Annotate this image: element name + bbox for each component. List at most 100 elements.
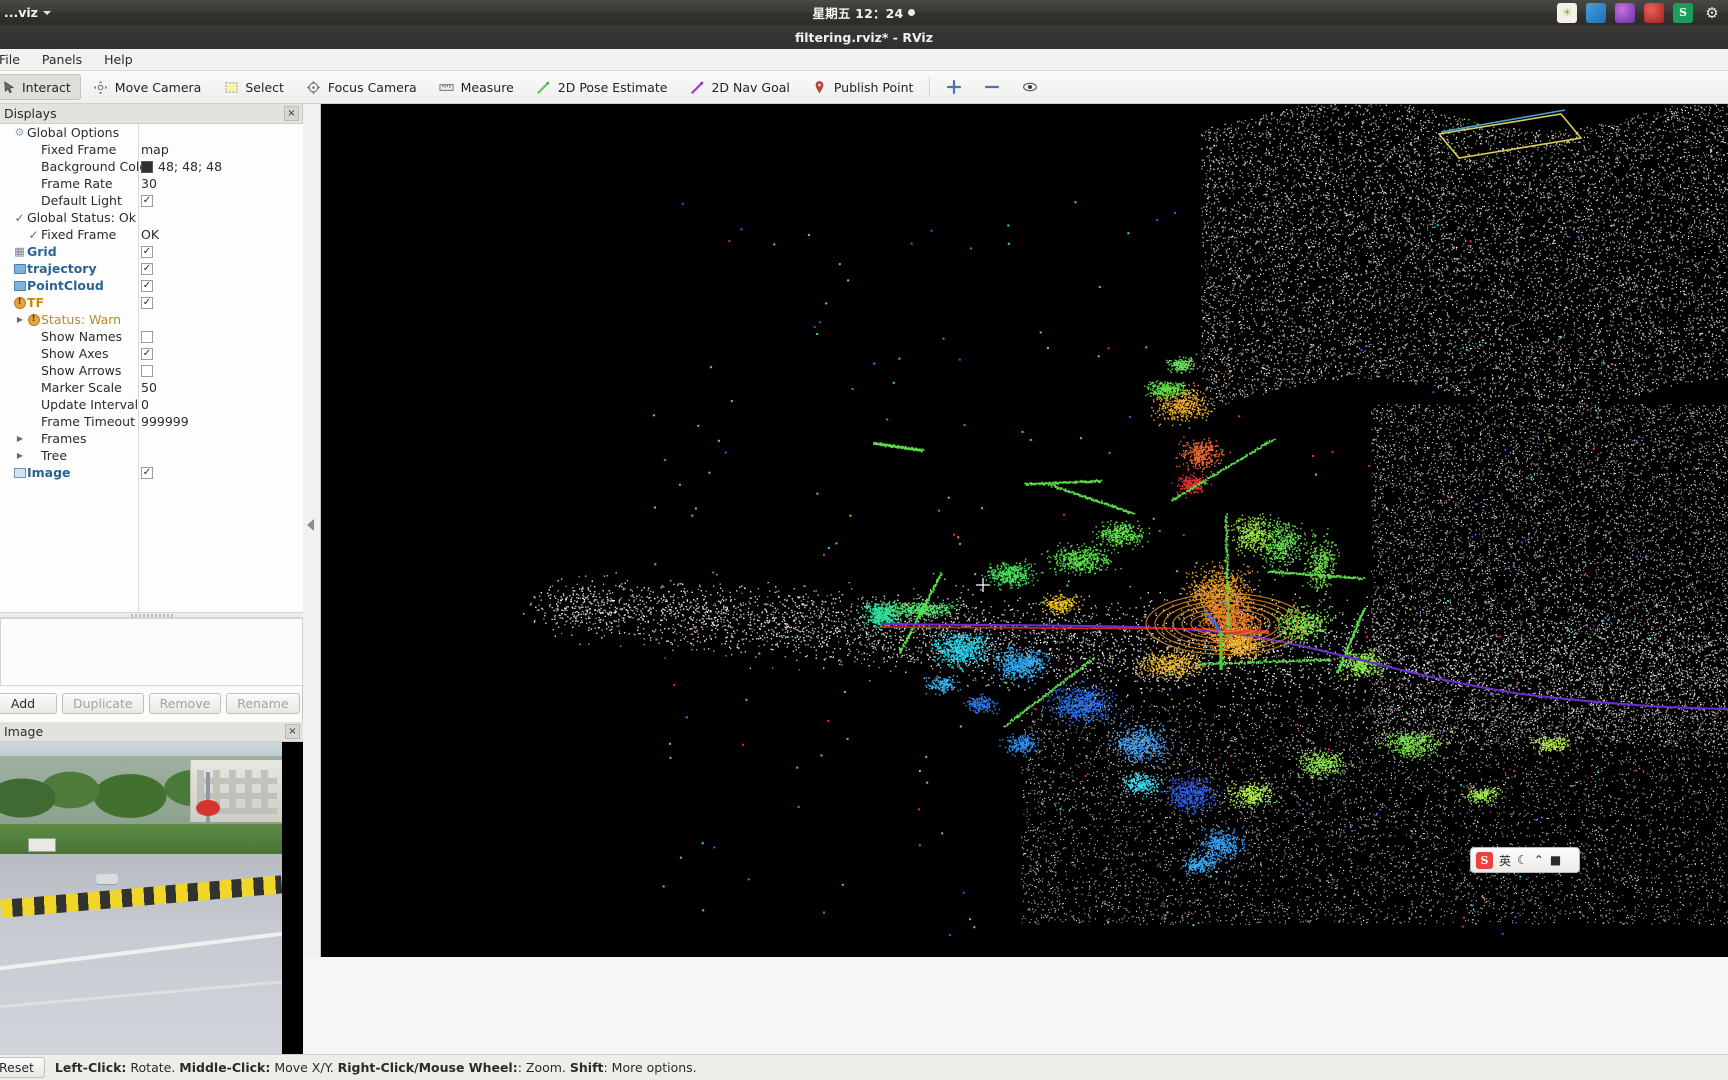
render-view-3d[interactable] (321, 104, 1728, 957)
remove-tool-icon (984, 79, 1000, 95)
tree-row-checkbox[interactable]: ✓ (141, 280, 153, 292)
tree-row-checkbox[interactable]: ✓ (141, 195, 153, 207)
ime-mode-label[interactable]: 英 (1499, 852, 1511, 869)
menu-help[interactable]: Help (93, 50, 144, 69)
tree-row-checkbox[interactable]: ✓ (141, 246, 153, 258)
reset-button[interactable]: Reset (0, 1057, 45, 1078)
tree-row-tree[interactable]: ▶ Tree (0, 447, 303, 464)
tree-row-update-interval[interactable]: Update Interval 0 (0, 396, 303, 413)
remove-tool-button[interactable] (974, 74, 1010, 100)
tree-row-status-warn[interactable]: ▶! Status: Warn (0, 311, 303, 328)
add-button[interactable]: Add (0, 693, 57, 714)
toolbox-icon[interactable]: ■ (1550, 853, 1561, 867)
menu-panels[interactable]: Panels (31, 50, 93, 69)
tool-2d-pose-estimate-label: 2D Pose Estimate (558, 80, 668, 95)
close-icon[interactable]: × (284, 106, 299, 121)
tool-select[interactable]: Select (213, 74, 294, 100)
tree-row-frame-rate[interactable]: Frame Rate 30 (0, 175, 303, 192)
warn-icon: ! (14, 297, 26, 309)
expand-arrow-icon[interactable]: ▶ (14, 315, 26, 324)
tree-row-show-axes[interactable]: Show Axes ✓ (0, 345, 303, 362)
displays-tree[interactable]: ⚙ Global Options Fixed Frame map Background … (0, 124, 303, 612)
tree-row-show-arrows[interactable]: Show Arrows (0, 362, 303, 379)
add-tool-button[interactable] (936, 74, 972, 100)
tree-row-label: trajectory (27, 261, 97, 276)
tree-row-checkbox[interactable]: ✓ (141, 263, 153, 275)
hide-tool-icon (1022, 79, 1038, 95)
tree-row-global-status-ok[interactable]: ✓ Global Status: Ok (0, 209, 303, 226)
tree-row-value[interactable]: 0 (141, 397, 149, 412)
status-bar: Reset Left-Click: Rotate. Middle-Click: … (0, 1054, 1728, 1080)
measure-icon (439, 79, 455, 95)
remove-button[interactable]: Remove (149, 693, 222, 714)
tree-row-checkbox[interactable] (141, 331, 153, 343)
tree-row-grid[interactable]: ▦ Grid ✓ (0, 243, 303, 260)
image-icon (14, 468, 26, 478)
tree-row-value[interactable]: 30 (141, 176, 157, 191)
camera-frame (0, 742, 282, 1061)
tree-row-show-names[interactable]: Show Names (0, 328, 303, 345)
tree-row-label: Tree (41, 448, 67, 463)
close-icon[interactable]: × (285, 724, 300, 739)
moon-icon[interactable]: ☾ (1517, 853, 1528, 867)
unity-clock[interactable]: 星期五 12：24 (0, 3, 1728, 22)
files-icon[interactable] (1586, 3, 1606, 23)
tree-row-value[interactable]: map (141, 142, 169, 157)
color-swatch[interactable] (141, 161, 153, 173)
tree-row-label: PointCloud (27, 278, 104, 293)
tool-measure[interactable]: Measure (429, 74, 524, 100)
tree-row-checkbox[interactable]: ✓ (141, 297, 153, 309)
tree-row-image[interactable]: Image ✓ (0, 464, 303, 481)
shutdown-icon[interactable] (1644, 3, 1664, 23)
tool-move-camera[interactable]: Move Camera (83, 74, 212, 100)
tree-row-tf[interactable]: ! TF ✓ (0, 294, 303, 311)
tree-row-frame-timeout[interactable]: Frame Timeout 999999 (0, 413, 303, 430)
camera-image-view (0, 742, 303, 1061)
tree-row-checkbox[interactable] (141, 365, 153, 377)
add-tool-icon (946, 79, 962, 95)
tree-row-checkbox[interactable]: ✓ (141, 467, 153, 479)
rename-button[interactable]: Rename (226, 693, 299, 714)
tree-row-label: TF (27, 295, 44, 310)
tree-row-fixed-frame[interactable]: ✓ Fixed Frame OK (0, 226, 303, 243)
tree-row-checkbox[interactable]: ✓ (141, 348, 153, 360)
description-box (0, 618, 303, 686)
remove-button-label: Remove (160, 696, 211, 711)
tree-row-default-light[interactable]: Default Light ✓ (0, 192, 303, 209)
brightness-icon[interactable]: ☀ (1557, 3, 1577, 23)
tree-row-label: Frame Rate (41, 176, 113, 191)
splitter-handle-icon[interactable] (307, 519, 314, 531)
tree-row-trajectory[interactable]: trajectory ✓ (0, 260, 303, 277)
updates-icon[interactable] (1615, 3, 1635, 23)
tree-row-frames[interactable]: ▶ Frames (0, 430, 303, 447)
main-splitter[interactable] (303, 104, 321, 957)
tree-row-value[interactable]: 50 (141, 380, 157, 395)
expand-arrow-icon[interactable]: ▶ (14, 434, 26, 443)
tree-row-label: Show Names (41, 329, 122, 344)
tree-row-label: Marker Scale (41, 380, 122, 395)
mouse-hint-text: Left-Click: Rotate. Middle-Click: Move X… (55, 1060, 697, 1075)
tree-row-value[interactable]: 999999 (141, 414, 189, 429)
keyboard-icon[interactable]: ⌃ (1534, 853, 1544, 867)
sogou-icon[interactable]: S (1673, 3, 1693, 23)
tool-focus-camera[interactable]: Focus Camera (296, 74, 427, 100)
tree-row-fixed-frame[interactable]: Fixed Frame map (0, 141, 303, 158)
duplicate-button[interactable]: Duplicate (62, 693, 144, 714)
tool-publish-point[interactable]: Publish Point (802, 74, 924, 100)
expand-arrow-icon[interactable]: ▶ (14, 451, 26, 460)
tree-row-value[interactable]: OK (141, 227, 159, 242)
menu-file[interactable]: File (0, 50, 31, 69)
tool-interact[interactable]: Interact (0, 74, 81, 100)
hide-tool-button[interactable] (1012, 74, 1048, 100)
focus-camera-icon (306, 79, 322, 95)
tree-row-pointcloud[interactable]: PointCloud ✓ (0, 277, 303, 294)
tool-2d-nav-goal[interactable]: 2D Nav Goal (679, 74, 799, 100)
tool-2d-pose-estimate[interactable]: 2D Pose Estimate (526, 74, 678, 100)
tree-row-marker-scale[interactable]: Marker Scale 50 (0, 379, 303, 396)
gear-icon[interactable]: ⚙ (1702, 3, 1722, 23)
toolbar: Interact Move Camera Select Focus Camera… (0, 71, 1728, 104)
tree-row-background-color[interactable]: Background Color 48; 48; 48 (0, 158, 303, 175)
image-panel-title: Image (4, 724, 43, 739)
tree-row-global-options[interactable]: ⚙ Global Options (0, 124, 303, 141)
sogou-ime-widget[interactable]: S 英 ☾ ⌃ ■ (1470, 847, 1580, 873)
